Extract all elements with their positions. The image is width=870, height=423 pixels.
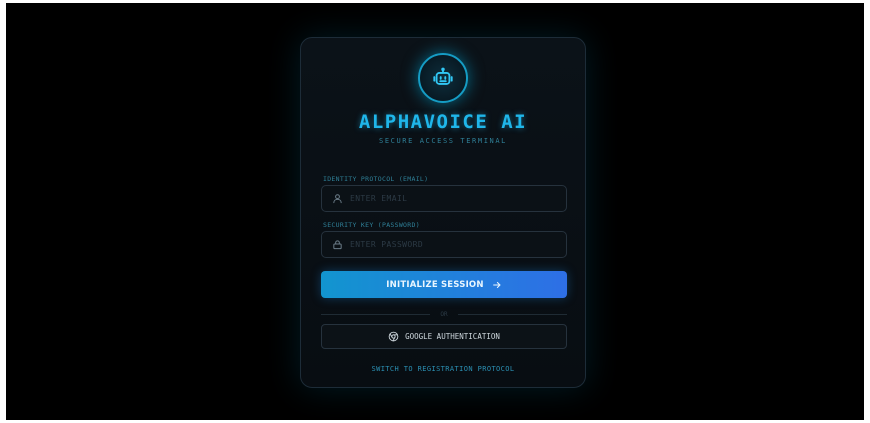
switch-registration-link[interactable]: SWITCH TO REGISTRATION PROTOCOL [301, 365, 585, 373]
email-field[interactable] [321, 185, 567, 212]
app-viewport: ALPHAVOICE AI SECURE ACCESS TERMINAL IDE… [6, 3, 864, 420]
password-label: SECURITY KEY (PASSWORD) [323, 221, 420, 229]
robot-icon [433, 67, 453, 85]
logo-badge [418, 53, 468, 103]
divider-line-right [457, 313, 568, 315]
google-auth-label: GOOGLE AUTHENTICATION [405, 332, 500, 341]
app-title: ALPHAVOICE AI [358, 111, 528, 133]
divider-line-left [321, 313, 431, 315]
arrow-right-icon [492, 281, 501, 288]
initialize-session-button[interactable]: INITIALIZE SESSION [321, 271, 567, 298]
password-input[interactable] [350, 240, 566, 249]
chrome-icon [388, 331, 399, 342]
password-field[interactable] [321, 231, 567, 258]
email-label: IDENTITY PROTOCOL (EMAIL) [323, 175, 429, 183]
user-icon [331, 193, 343, 205]
or-text: OR [440, 310, 448, 318]
or-divider: OR [321, 309, 568, 319]
login-card: ALPHAVOICE AI SECURE ACCESS TERMINAL IDE… [300, 37, 586, 388]
email-input[interactable] [350, 194, 566, 203]
app-subtitle: SECURE ACCESS TERMINAL [379, 137, 507, 145]
initialize-session-label: INITIALIZE SESSION [386, 279, 484, 290]
lock-icon [331, 239, 343, 251]
google-auth-button[interactable]: GOOGLE AUTHENTICATION [321, 324, 567, 349]
